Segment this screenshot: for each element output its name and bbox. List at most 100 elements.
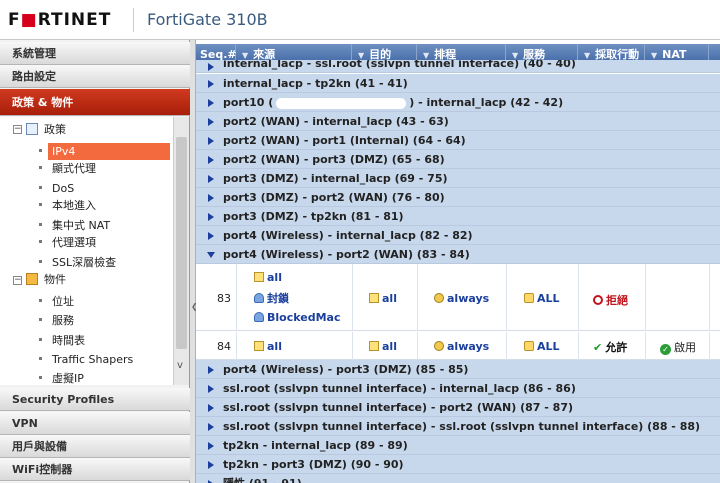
policy-group-row[interactable]: port2 (WAN) - internal_lacp (43 - 63) [196,112,720,131]
tree-item-proxy-options[interactable]: 代理選項 [52,234,96,251]
policy-row[interactable]: 84 all all always ALL ✔ 允許 ✓ 啟用 [196,332,720,360]
expand-arrow-icon[interactable] [208,80,214,88]
device-group-icon [254,312,264,322]
enabled-check-icon: ✓ [660,344,671,355]
tree-item-explicit-proxy[interactable]: 顯式代理 [52,160,96,177]
collapse-arrow-icon[interactable] [207,252,215,258]
action-deny[interactable]: 拒絕 [593,292,628,308]
policy-group-row[interactable]: port4 (Wireless) - internal_lacp (82 - 8… [196,226,720,245]
nav-section-policy-objects[interactable]: 政策 & 物件 [0,89,190,116]
policy-group-row[interactable]: ssl.root (sslvpn tunnel interface) - ssl… [196,417,720,436]
source-address[interactable]: all [254,271,282,284]
policy-group-row-expanded[interactable]: port4 (Wireless) - port2 (WAN) (83 - 84) [196,245,720,264]
policy-list-icon [26,123,38,135]
expand-arrow-icon[interactable] [208,442,214,450]
expand-arrow-icon[interactable] [208,366,214,374]
policy-group-row[interactable]: internal_lacp - tp2kn (41 - 41) [196,74,720,93]
objects-icon [26,273,38,285]
nav-section-wifi-controller[interactable]: WiFi控制器 [0,458,190,481]
expand-arrow-icon[interactable] [208,213,214,221]
deny-icon [593,295,603,305]
policy-group-row[interactable]: port2 (WAN) - port1 (Internal) (64 - 64) [196,131,720,150]
policy-seq: 84 [217,340,231,353]
tree-item-dos[interactable]: DoS [52,180,74,197]
redacted-field [276,97,407,109]
tree-item-central-nat[interactable]: 集中式 NAT [52,217,110,234]
filter-icon[interactable]: ▼ [584,51,590,60]
expand-arrow-icon[interactable] [208,99,214,107]
policy-group-row[interactable]: tp2kn - port3 (DMZ) (90 - 90) [196,455,720,474]
schedule-icon [434,341,444,351]
policy-group-row[interactable]: internal_lacp - ssl.root (sslvpn tunnel … [196,60,720,73]
service[interactable]: ALL [524,340,560,353]
nav-tree: − 政策 IPv4 顯式代理 DoS 本地進入 集中式 NAT 代理選項 SSL… [0,117,173,385]
collapse-icon[interactable]: − [13,276,22,285]
nav-section-router[interactable]: 路由設定 [0,65,190,88]
service-icon [524,341,534,351]
policy-row[interactable]: 83 all 封鎖 BlockedMac all always ALL 拒絕 [196,264,720,331]
policy-group-row[interactable]: tp2kn - internal_lacp (89 - 89) [196,436,720,455]
policy-seq: 83 [217,292,231,305]
scroll-down-icon[interactable]: v [177,360,183,371]
nav-section-system[interactable]: 系統管理 [0,42,190,65]
filter-icon[interactable]: ▼ [651,51,657,60]
nav-section-security-profiles[interactable]: Security Profiles [0,388,190,411]
source-address[interactable]: 封鎖 [254,290,289,306]
nat-status[interactable]: ✓ 啟用 [660,339,696,355]
policy-group-row[interactable]: port3 (DMZ) - port2 (WAN) (76 - 80) [196,188,720,207]
fortinet-logo: F■RTINET [8,10,112,30]
filter-icon[interactable]: ▼ [358,51,364,60]
schedule[interactable]: always [434,292,489,305]
nav-tree-scrollbar[interactable]: ^ v [173,117,189,385]
expand-arrow-icon[interactable] [208,156,214,164]
tree-item-address[interactable]: 位址 [52,293,74,310]
filter-icon[interactable]: ▼ [512,51,518,60]
policy-group-row[interactable]: port2 (WAN) - port3 (DMZ) (65 - 68) [196,150,720,169]
tree-item-virtual-ip[interactable]: 虛擬IP [52,370,84,385]
address-icon [254,272,264,282]
schedule[interactable]: always [434,340,489,353]
expand-arrow-icon[interactable] [208,194,214,202]
tree-item-ssl-inspection[interactable]: SSL深層檢查 [52,254,116,271]
policy-group-row[interactable]: ssl.root (sslvpn tunnel interface) - por… [196,398,720,417]
expand-arrow-icon[interactable] [208,232,214,240]
expand-arrow-icon[interactable] [208,175,214,183]
service[interactable]: ALL [524,292,560,305]
nav-section-users-devices[interactable]: 用戶與設備 [0,435,190,458]
device-model: FortiGate 310B [147,10,268,29]
policy-group-row[interactable]: port3 (DMZ) - internal_lacp (69 - 75) [196,169,720,188]
tree-folder-policy[interactable]: 政策 [44,121,66,138]
filter-icon[interactable]: ▼ [242,51,248,60]
splitter-grip-icon[interactable]: ❮ [191,302,198,322]
policy-group-row[interactable]: port4 (Wireless) - port3 (DMZ) (85 - 85) [196,360,720,379]
policy-group-row[interactable]: port3 (DMZ) - tp2kn (81 - 81) [196,207,720,226]
expand-arrow-icon[interactable] [208,137,214,145]
policy-group-row[interactable]: 隱性 (91 - 91) [196,474,720,483]
scrollbar-thumb[interactable] [176,137,187,349]
expand-arrow-icon[interactable] [208,385,214,393]
expand-arrow-icon[interactable] [208,404,214,412]
tree-folder-objects[interactable]: 物件 [44,271,66,288]
sidebar: 系統管理 路由設定 政策 & 物件 − 政策 IPv4 顯式代理 DoS 本地進… [0,40,190,483]
tree-item-schedule[interactable]: 時間表 [52,332,85,349]
destination-address[interactable]: all [369,340,397,353]
nav-section-vpn[interactable]: VPN [0,412,190,435]
collapse-icon[interactable]: − [13,125,22,134]
policy-group-row[interactable]: ssl.root (sslvpn tunnel interface) - int… [196,379,720,398]
source-address[interactable]: BlockedMac [254,311,340,324]
schedule-icon [434,293,444,303]
source-address[interactable]: all [254,340,282,353]
destination-address[interactable]: all [369,292,397,305]
tree-item-traffic-shapers[interactable]: Traffic Shapers [52,351,133,368]
expand-arrow-icon[interactable] [208,423,214,431]
header-divider [133,8,134,32]
tree-item-local-in[interactable]: 本地進入 [52,197,96,214]
policy-group-row[interactable]: port10 () - internal_lacp (42 - 42) [196,93,720,112]
tree-item-service[interactable]: 服務 [52,312,74,329]
filter-icon[interactable]: ▼ [423,51,429,60]
action-accept[interactable]: ✔ 允許 [593,339,627,355]
expand-arrow-icon[interactable] [208,118,214,126]
expand-arrow-icon[interactable] [208,461,214,469]
user-group-icon [254,293,264,303]
tree-item-ipv4[interactable]: IPv4 [48,143,170,160]
